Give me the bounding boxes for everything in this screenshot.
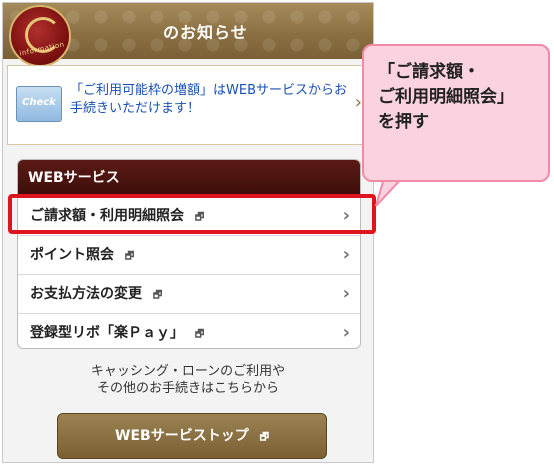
external-window-icon: 🗗: [194, 329, 205, 340]
chevron-right-icon: ›: [342, 283, 350, 304]
notice-item[interactable]: Check 「ご利用可能枠の増額」はWEBサービスからお手続きいただけます！ ›: [7, 65, 371, 145]
menu-item-points[interactable]: ポイント照会 🗗 ›: [18, 235, 360, 274]
chevron-right-icon: ›: [342, 244, 350, 265]
web-service-panel: WEBサービス ご請求額・利用明細照会 🗗 › ポイント照会 🗗 › お支払方法…: [17, 159, 361, 349]
information-logo: information: [9, 5, 71, 67]
other-procedures-text: キャッシング・ローンのご利用や その他のお手続きはこちらから: [90, 364, 286, 396]
menu-item-label: ポイント照会: [30, 247, 114, 263]
callout-bubble: 「ご請求額・ ご利用明細照会」 を押す: [362, 44, 550, 182]
callout-text: 「ご請求額・ ご利用明細照会」 を押す: [378, 62, 514, 132]
menu-item-label: 登録型リボ「楽Ｐａｙ」: [30, 325, 184, 341]
external-window-icon: 🗗: [124, 251, 135, 262]
web-service-top-label: WEBサービストップ: [115, 428, 249, 444]
check-label: Check: [22, 97, 56, 108]
notice-title: のお知らせ: [163, 23, 248, 42]
highlight-box: [8, 194, 376, 234]
web-service-header: WEBサービス: [18, 160, 360, 196]
external-window-icon: 🗗: [152, 290, 163, 301]
notice-link[interactable]: 「ご利用可能枠の増額」はWEBサービスからお手続きいただけます！: [70, 82, 350, 118]
menu-item-payment-method[interactable]: お支払方法の変更 🗗 ›: [18, 274, 360, 313]
external-window-icon: 🗗: [259, 432, 269, 443]
menu-item-revolving-pay[interactable]: 登録型リボ「楽Ｐａｙ」 🗗 ›: [18, 313, 360, 348]
check-icon: Check: [16, 86, 62, 122]
chevron-right-icon: ›: [342, 322, 350, 343]
chevron-right-icon: ›: [354, 92, 362, 113]
web-service-top-button[interactable]: WEBサービストップ 🗗: [57, 413, 327, 459]
menu-item-label: お支払方法の変更: [30, 286, 142, 302]
